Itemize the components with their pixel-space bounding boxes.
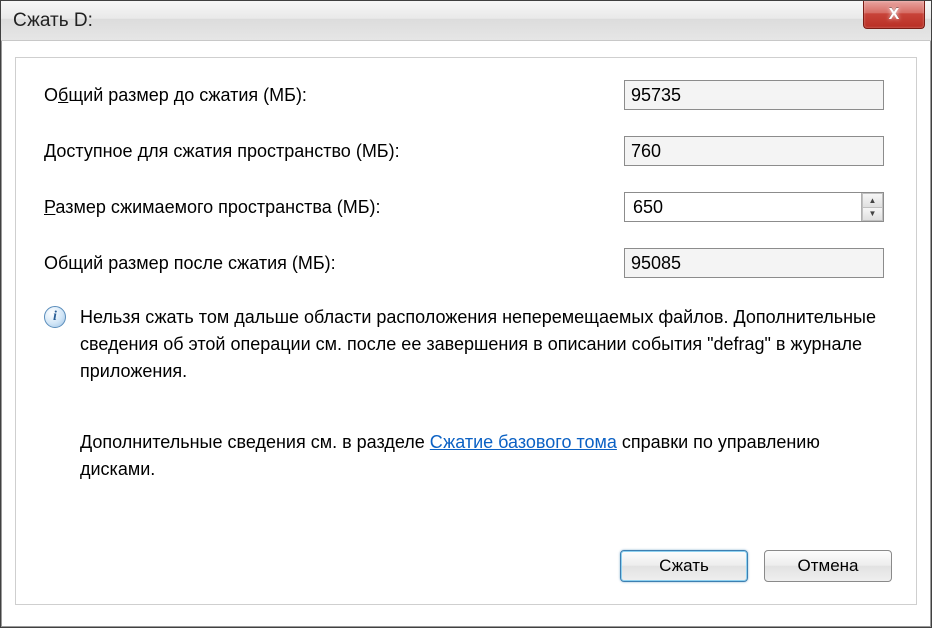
label-available: Доступное для сжатия пространство (МБ): bbox=[44, 141, 624, 162]
content-area: Общий размер до сжатия (МБ): 95735 Досту… bbox=[15, 57, 917, 605]
cancel-button[interactable]: Отмена bbox=[764, 550, 892, 582]
row-total-before: Общий размер до сжатия (МБ): 95735 bbox=[44, 80, 888, 110]
help-link[interactable]: Сжатие базового тома bbox=[430, 432, 617, 452]
label-total-after: Общий размер после сжатия (МБ): bbox=[44, 253, 624, 274]
value-available: 760 bbox=[624, 136, 884, 166]
info-text-2: Дополнительные сведения см. в разделе Сж… bbox=[80, 429, 888, 483]
window-title: Сжать D: bbox=[13, 10, 93, 32]
titlebar: Сжать D: X bbox=[1, 1, 931, 41]
row-available: Доступное для сжатия пространство (МБ): … bbox=[44, 136, 888, 166]
value-total-before: 95735 bbox=[624, 80, 884, 110]
spinner-buttons: ▲ ▼ bbox=[861, 193, 883, 221]
info-block-1: i Нельзя сжать том дальше области распол… bbox=[44, 304, 888, 385]
row-total-after: Общий размер после сжатия (МБ): 95085 bbox=[44, 248, 888, 278]
button-bar: Сжать Отмена bbox=[620, 550, 892, 582]
shrink-amount-value[interactable]: 650 bbox=[625, 193, 861, 221]
shrink-button[interactable]: Сжать bbox=[620, 550, 748, 582]
shrink-amount-spinner[interactable]: 650 ▲ ▼ bbox=[624, 192, 884, 222]
dialog-window: Сжать D: X Общий размер до сжатия (МБ): … bbox=[0, 0, 932, 628]
info-text-1: Нельзя сжать том дальше области располож… bbox=[80, 304, 888, 385]
close-button[interactable]: X bbox=[863, 1, 925, 29]
spinner-down-button[interactable]: ▼ bbox=[862, 207, 883, 222]
close-icon: X bbox=[889, 6, 900, 24]
label-to-shrink: Размер сжимаемого пространства (МБ): bbox=[44, 197, 624, 218]
info-icon: i bbox=[44, 306, 66, 328]
row-to-shrink: Размер сжимаемого пространства (МБ): 650… bbox=[44, 192, 888, 222]
spinner-up-button[interactable]: ▲ bbox=[862, 193, 883, 207]
label-total-before: Общий размер до сжатия (МБ): bbox=[44, 85, 624, 106]
value-total-after: 95085 bbox=[624, 248, 884, 278]
